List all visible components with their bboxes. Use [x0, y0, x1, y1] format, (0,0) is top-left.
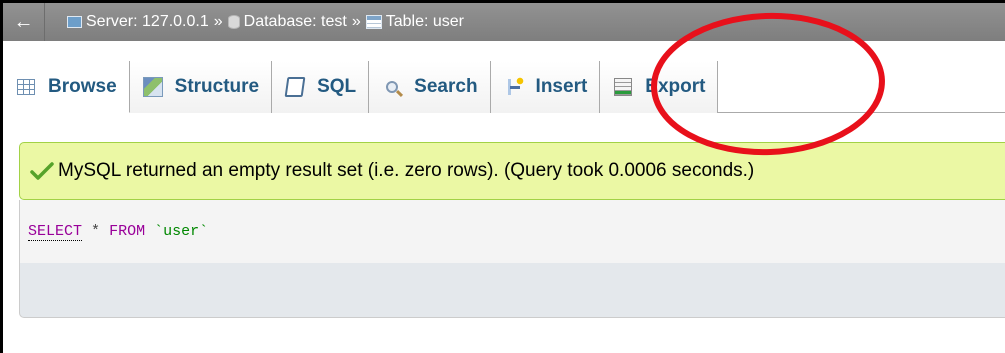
structure-icon [142, 77, 163, 97]
sql-query-box: SELECT * FROM `user` [19, 200, 1005, 318]
search-icon [382, 77, 402, 97]
breadcrumb-table-label: Table: user [385, 13, 464, 30]
insert-icon [503, 77, 524, 97]
tab-browse-label: Browse [48, 75, 117, 97]
sql-keyword-from: FROM [109, 223, 146, 240]
tab-structure-label: Structure [174, 76, 260, 97]
check-icon [30, 162, 54, 180]
tab-search[interactable]: Search [369, 61, 491, 113]
table-icon [365, 15, 382, 29]
success-message: MySQL returned an empty result set (i.e.… [19, 142, 1005, 200]
breadcrumb-table[interactable]: Table: user [365, 13, 464, 31]
tab-export-label: Export [645, 76, 706, 97]
sql-keyword-select[interactable]: SELECT [28, 223, 83, 241]
tab-structure[interactable]: Structure [129, 61, 273, 113]
breadcrumb-server[interactable]: Server: 127.0.0.1 [67, 13, 209, 31]
tab-export[interactable]: Export [600, 61, 719, 113]
breadcrumb: ← Server: 127.0.0.1 » Database: test » T… [3, 3, 1005, 41]
breadcrumb-database[interactable]: Database: test [227, 13, 347, 31]
server-icon [67, 16, 82, 28]
tab-insert-label: Insert [535, 76, 588, 97]
breadcrumb-separator: » [351, 13, 361, 30]
tab-sql-label: SQL [317, 76, 357, 97]
tab-search-label: Search [414, 76, 478, 97]
tab-insert[interactable]: Insert [490, 61, 601, 113]
sql-icon [284, 77, 306, 97]
database-icon [227, 15, 240, 29]
tab-bar: Browse Structure SQL Search Insert Expor… [3, 61, 1005, 113]
sql-table-name: `user` [154, 223, 209, 240]
tab-browse[interactable]: Browse [3, 61, 130, 113]
tabs-background [3, 41, 1005, 61]
breadcrumb-database-label: Database: test [243, 13, 347, 30]
back-arrow-icon[interactable]: ← [3, 3, 45, 41]
tab-sql[interactable]: SQL [272, 61, 370, 113]
browse-icon [16, 77, 36, 97]
breadcrumb-server-label: Server: 127.0.0.1 [86, 13, 209, 30]
sql-query-text[interactable]: SELECT * FROM `user` [20, 200, 1005, 263]
export-icon [613, 77, 633, 97]
breadcrumb-separator: » [213, 13, 223, 30]
success-message-text: MySQL returned an empty result set (i.e.… [58, 160, 755, 181]
sql-star: * [91, 223, 101, 240]
